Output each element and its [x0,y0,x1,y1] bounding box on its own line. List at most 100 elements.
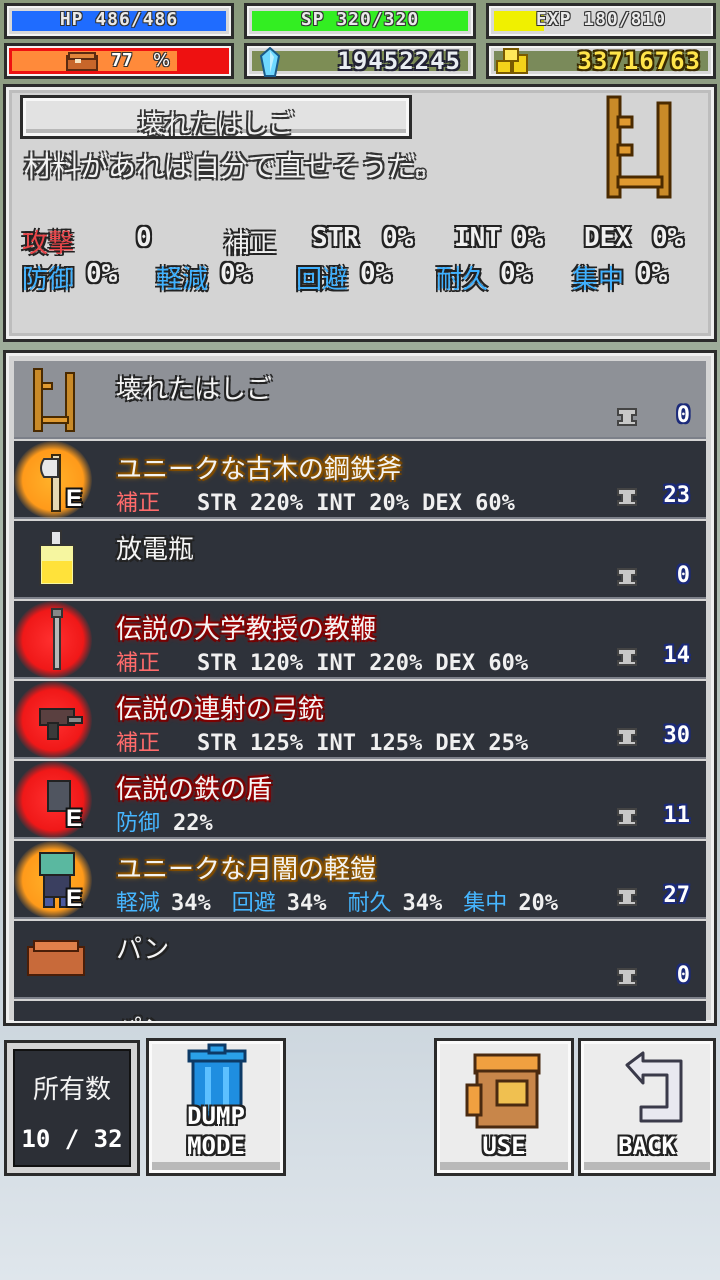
hp-bar: HP 486/486 [4,3,234,39]
item-name: 壊れたはしご [116,375,273,405]
hp-text: HP 486/486 [59,9,179,30]
dex-label: DEX [584,223,631,253]
count-value: 30 [663,723,691,748]
item-name: ユニークな古木の鋼鉄斧 [116,455,403,485]
defense-label: 防御 [22,265,75,295]
str-value: 0% [382,223,414,253]
focus-value: 0% [636,259,668,289]
item-count: 11 [614,803,694,833]
anvil-icon [617,488,637,506]
stat-value-reduce: 34% [171,891,211,916]
list-item[interactable]: 壊れたはしご 0 [14,361,706,439]
detail-description: 材料があれば自分で直せそうだ。 [24,150,444,183]
item-name: 伝説の大学教授の教鞭 [116,615,377,645]
broken-ladder-icon [33,368,75,432]
inventory-list-panel[interactable]: 壊れたはしご 0 E ユニークな古木の鋼鉄斧 補正 STR 220% INT 2… [3,350,717,1026]
evade-value: 0% [360,259,392,289]
item-name: 伝説の鉄の盾 [116,775,273,805]
list-item[interactable]: 伝説の連射の弓銃 補正 STR 125% INT 125% DEX 25% 30 [14,681,706,759]
anvil-icon [617,888,637,906]
stat-values: STR 220% INT 20% DEX 60% [197,491,515,516]
exp-bar: EXP 180/810 [486,3,716,39]
owned-count-label: 所有数 [32,1075,111,1105]
count-value: 27 [663,883,691,908]
bonus-label: 補正 [224,229,277,259]
inventory-list[interactable]: 壊れたはしご 0 E ユニークな古木の鋼鉄斧 補正 STR 220% INT 2… [14,361,706,1021]
use-button[interactable]: USE [434,1038,574,1176]
list-item[interactable]: E 伝説の鉄の盾 防御 22% 11 [14,761,706,839]
gems-value: 19452245 [337,47,461,75]
crystal-icon [259,47,281,77]
stat-value-evade: 34% [286,891,327,916]
durability-value: 0% [500,259,532,289]
evade-label: 回避 [296,265,349,295]
back-button[interactable]: BACK [578,1038,716,1176]
attack-label: 攻撃 [22,229,75,259]
back-label: BACK [618,1132,676,1160]
potion-bottle-icon [39,530,75,586]
stat-value-durability: 34% [402,891,443,916]
bread-icon [66,52,98,71]
stat-value-focus: 20% [518,891,559,916]
count-value: 14 [663,643,691,668]
backpack-icon [465,1053,541,1129]
item-name: パン [116,1009,169,1021]
list-item[interactable]: 伝説の大学教授の教鞭 補正 STR 120% INT 220% DEX 60% … [14,601,706,679]
stamina-unit: % [153,50,171,71]
dump-label: DUMP MODE [149,1101,283,1161]
stat-label: 補正 [116,731,161,756]
item-count-box: 所有数 10 / 32 [4,1040,140,1176]
item-name: 伝説の連射の弓銃 [116,695,325,725]
item-count: 23 [614,483,694,513]
list-item[interactable]: E ユニークな古木の鋼鉄斧 補正 STR 220% INT 20% DEX 60… [14,441,706,519]
item-stats: 補正 STR 220% INT 20% DEX 60% [116,485,515,517]
equipped-mark: E [66,485,83,512]
gold-bar: 33716763 [486,43,716,79]
sp-text: SP 320/320 [300,9,420,30]
owned-count-value: 10 / 32 [21,1125,123,1153]
sp-bar: SP 320/320 [244,3,476,39]
anvil-icon [617,408,637,426]
gems-bar: 19452245 [244,43,476,79]
stat-label-evade: 回避 [231,891,276,916]
detail-title: 壊れたはしご [137,110,294,140]
list-item[interactable]: パン 0 [14,921,706,999]
reduce-value: 0% [220,259,252,289]
item-stats: 補正 STR 125% INT 125% DEX 25% [116,725,528,757]
dex-value: 0% [652,223,684,253]
stat-label-reduce: 軽減 [116,891,161,916]
dump-label-line1: DUMP [187,1102,245,1130]
crossbow-icon [39,708,83,740]
item-count: 0 [614,403,694,433]
item-detail-panel: 壊れたはしご 材料があれば自分で直せそうだ。 攻撃 0 補正 STR 0% IN… [3,84,717,342]
stat-label-durability: 耐久 [347,891,392,916]
bread-icon [27,940,85,976]
item-stats: 軽減 34% 回避 34% 耐久 34% 集中 20% [116,885,558,917]
list-item[interactable]: 放電瓶 0 [14,521,706,599]
stat-label: 補正 [116,651,161,676]
reduce-label: 軽減 [156,265,209,295]
list-item[interactable]: E ユニークな月闇の軽鎧 軽減 34% 回避 34% 耐久 34% 集中 20%… [14,841,706,919]
durability-label: 耐久 [436,265,489,295]
equipped-mark: E [66,885,83,912]
use-label: USE [482,1132,526,1160]
equipped-mark: E [66,805,83,832]
detail-title-box: 壊れたはしご [20,95,412,140]
stat-label: 補正 [116,491,161,516]
item-stats: 防御 22% [116,805,213,837]
list-item[interactable]: パン [14,1001,706,1021]
int-label: INT [454,223,501,253]
item-count: 0 [614,563,694,593]
dump-mode-button[interactable]: DUMP MODE [146,1038,286,1176]
item-count: 27 [614,883,694,913]
str-label: STR [312,223,359,253]
stat-values: STR 125% INT 125% DEX 25% [197,731,529,756]
stat-values: 22% [173,811,213,836]
broken-ladder-icon [606,95,672,199]
anvil-icon [617,968,637,986]
anvil-icon [617,728,637,746]
anvil-icon [617,648,637,666]
coin-stack-icon [496,48,528,74]
focus-label: 集中 [572,265,625,295]
count-value: 0 [676,563,690,588]
